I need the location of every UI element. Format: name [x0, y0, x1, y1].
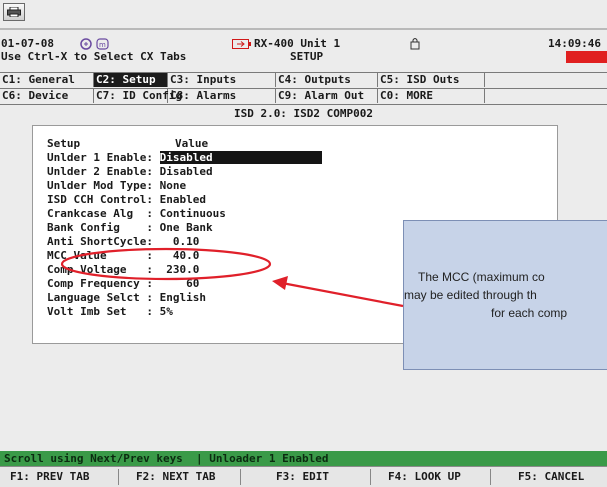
- message-text: Scroll using Next/Prev keys | Unloader 1…: [4, 452, 329, 465]
- tab-alarms[interactable]: C8: Alarms: [168, 89, 276, 103]
- f5-cancel-button[interactable]: F5: CANCEL: [518, 470, 584, 483]
- setup-row[interactable]: Comp Voltage : 230.0: [47, 263, 199, 276]
- controller-screen: 01-07-08 m RX-400 Unit 1 SETUP 14:09:46 …: [0, 0, 607, 487]
- svg-text:m: m: [99, 41, 106, 49]
- setup-row-label: Bank Config :: [47, 221, 153, 234]
- setup-row[interactable]: Crankcase Alg : Continuous: [47, 207, 226, 220]
- setup-row[interactable]: Comp Frequency : 60: [47, 277, 199, 290]
- setup-row-label: Crankcase Alg :: [47, 207, 153, 220]
- tab-alarm-out[interactable]: C9: Alarm Out: [276, 89, 378, 103]
- battery-icon: [232, 39, 251, 49]
- setup-row[interactable]: ISD CCH Control: Enabled: [47, 193, 206, 206]
- tab-bar: C1: General C2: Setup C3: Inputs C4: Out…: [0, 72, 607, 105]
- status-bar: 01-07-08 m RX-400 Unit 1 SETUP 14:09:46 …: [0, 36, 607, 72]
- setup-row-label: MCC Value :: [47, 249, 153, 262]
- setup-row[interactable]: Volt Imb Set : 5%: [47, 305, 173, 318]
- date-readout: 01-07-08: [1, 37, 54, 50]
- alarm-icon: m: [80, 38, 109, 50]
- annotation-callout: The MCC (maximum co may be edited throug…: [403, 220, 607, 370]
- setup-row-value: English: [159, 291, 206, 304]
- setup-row-label: Comp Voltage :: [47, 263, 153, 276]
- tab-general[interactable]: C1: General: [0, 73, 94, 87]
- setup-row-label: Unlder Mod Type:: [47, 179, 153, 192]
- setup-row-value: 5%: [159, 305, 173, 318]
- callout-text-line: may be edited through th: [404, 288, 537, 302]
- tab-isd-outs[interactable]: C5: ISD Outs: [378, 73, 485, 87]
- setup-row-value: One Bank: [159, 221, 213, 234]
- setup-row-value: Continuous: [159, 207, 226, 220]
- setup-row-mcc[interactable]: MCC Value : 40.0: [47, 249, 199, 262]
- setup-row-value: Disabled: [159, 165, 213, 178]
- column-header-setup: Setup: [47, 137, 81, 150]
- printer-icon: [7, 7, 21, 17]
- mode-label: SETUP: [290, 50, 324, 63]
- setup-row[interactable]: Unlder Mod Type: None: [47, 179, 186, 192]
- tab-setup[interactable]: C2: Setup: [94, 73, 168, 87]
- callout-text-line: for each comp: [491, 306, 568, 320]
- print-button[interactable]: [3, 3, 25, 21]
- f3-edit-button[interactable]: F3: EDIT: [276, 470, 329, 483]
- column-header-value: Value: [175, 137, 209, 150]
- setup-row-value: 60: [159, 277, 200, 290]
- clock-readout: 14:09:46: [548, 37, 601, 50]
- lock-icon: [410, 38, 420, 50]
- setup-row-label: Language Selct :: [47, 291, 153, 304]
- setup-row-value: 40.0: [159, 249, 200, 262]
- setup-row[interactable]: Unlder 2 Enable: Disabled: [47, 165, 213, 178]
- setup-row-label: Comp Frequency :: [47, 277, 153, 290]
- setup-row[interactable]: Unlder 1 Enable: Disabled: [47, 151, 322, 164]
- f4-look-up-button[interactable]: F4: LOOK UP: [388, 470, 461, 483]
- unit-name: RX-400 Unit 1: [254, 37, 341, 50]
- setup-row-label: Unlder 1 Enable:: [47, 151, 153, 164]
- setup-row[interactable]: Anti ShortCycle: 0.10: [47, 235, 199, 248]
- setup-row-label: Volt Imb Set :: [47, 305, 153, 318]
- setup-row-value: None: [159, 179, 187, 192]
- setup-row-value: 0.10: [159, 235, 200, 248]
- setup-row-label: ISD CCH Control:: [47, 193, 153, 206]
- setup-row[interactable]: Language Selct : English: [47, 291, 206, 304]
- tab-more[interactable]: C0: MORE: [378, 89, 485, 103]
- tab-id-config[interactable]: C7: ID Config: [94, 89, 182, 103]
- message-bar: Scroll using Next/Prev keys | Unloader 1…: [0, 451, 607, 466]
- alarm-indicator: [566, 51, 607, 63]
- tab-inputs[interactable]: C3: Inputs: [168, 73, 276, 87]
- tab-outputs[interactable]: C4: Outputs: [276, 73, 378, 87]
- f2-next-tab-button[interactable]: F2: NEXT TAB: [136, 470, 215, 483]
- setup-row-label: Anti ShortCycle:: [47, 235, 153, 248]
- callout-text-line: The MCC (maximum co: [418, 270, 545, 284]
- setup-row-value-selected[interactable]: Disabled: [159, 151, 322, 164]
- f1-prev-tab-button[interactable]: F1: PREV TAB: [10, 470, 89, 483]
- setup-row-value: Enabled: [159, 193, 206, 206]
- navigation-hint: Use Ctrl-X to Select CX Tabs: [1, 50, 187, 63]
- setup-row-label: Unlder 2 Enable:: [47, 165, 153, 178]
- toolbar-divider: [0, 28, 607, 30]
- page-heading: ISD 2.0: ISD2 COMP002: [233, 107, 374, 120]
- function-key-bar: F1: PREV TAB F2: NEXT TAB F3: EDIT F4: L…: [0, 466, 607, 487]
- setup-row-value: 230.0: [159, 263, 200, 276]
- setup-row[interactable]: Bank Config : One Bank: [47, 221, 213, 234]
- tab-device[interactable]: C6: Device: [0, 89, 94, 103]
